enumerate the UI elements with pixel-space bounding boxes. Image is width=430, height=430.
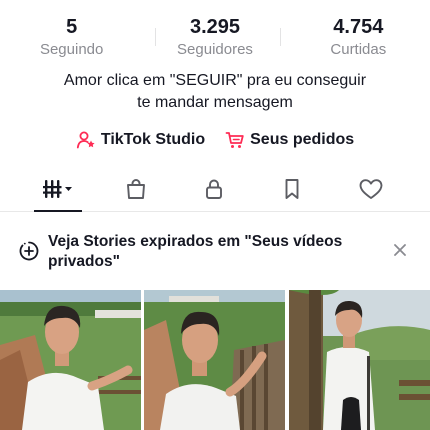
followers-count: 3.295	[189, 16, 241, 38]
videos-grid-icon	[40, 177, 76, 206]
bookmark-icon	[280, 177, 304, 206]
profile-links: TikTok Studio Seus pedidos	[0, 126, 430, 154]
close-icon[interactable]	[392, 242, 408, 258]
tab-favorites[interactable]	[262, 170, 322, 212]
video-thumbnail[interactable]	[144, 290, 285, 430]
followers-stat[interactable]: 3.295 Seguidores	[143, 14, 286, 62]
thumbnail-image	[144, 290, 285, 430]
tab-shop[interactable]	[106, 170, 166, 212]
profile-stats: 5 Seguindo 3.295 Seguidores 4.754 Curtid…	[0, 14, 430, 62]
profile-bio: Amor clica em "SEGUIR" pra eu conseguir …	[0, 70, 430, 114]
likes-label: Curtidas	[330, 41, 387, 58]
add-story-icon	[18, 240, 40, 267]
video-thumbnail[interactable]	[289, 290, 430, 430]
following-label: Seguindo	[39, 41, 104, 58]
expired-stories-banner[interactable]: Veja Stories expirados em "Seus vídeos p…	[0, 222, 430, 280]
tab-liked[interactable]	[341, 170, 401, 212]
shopping-bag-icon	[124, 177, 148, 206]
video-thumbnail[interactable]	[0, 290, 141, 430]
stat-divider	[280, 28, 281, 46]
your-orders-label: Seus pedidos	[250, 131, 355, 148]
likes-count: 4.754	[333, 16, 384, 38]
tab-videos[interactable]	[28, 170, 88, 212]
banner-line-2: privados"	[48, 253, 120, 270]
bio-line-2: te mandar mensagem	[137, 94, 293, 111]
following-count: 5	[66, 16, 78, 38]
bio-line-1: Amor clica em "SEGUIR" pra eu conseguir	[63, 72, 367, 89]
thumbnail-image	[289, 290, 430, 430]
video-grid	[0, 290, 430, 430]
likes-stat[interactable]: 4.754 Curtidas	[287, 14, 430, 62]
tiktok-studio-button[interactable]: TikTok Studio	[76, 130, 205, 150]
profile-tabs	[0, 170, 430, 212]
thumbnail-image	[0, 290, 141, 430]
followers-label: Seguidores	[177, 41, 253, 58]
your-orders-button[interactable]: Seus pedidos	[225, 130, 354, 150]
lock-icon	[202, 177, 226, 206]
person-star-icon	[76, 130, 96, 150]
banner-message: Veja Stories expirados em "Seus vídeos p…	[48, 232, 368, 272]
active-tab-indicator	[34, 210, 82, 212]
tab-private[interactable]	[184, 170, 244, 212]
cart-icon	[225, 130, 245, 150]
heart-icon	[358, 177, 384, 206]
tiktok-studio-label: TikTok Studio	[100, 131, 206, 148]
banner-line-1: Veja Stories expirados em "Seus vídeos	[48, 233, 343, 250]
following-stat[interactable]: 5 Seguindo	[0, 14, 143, 62]
